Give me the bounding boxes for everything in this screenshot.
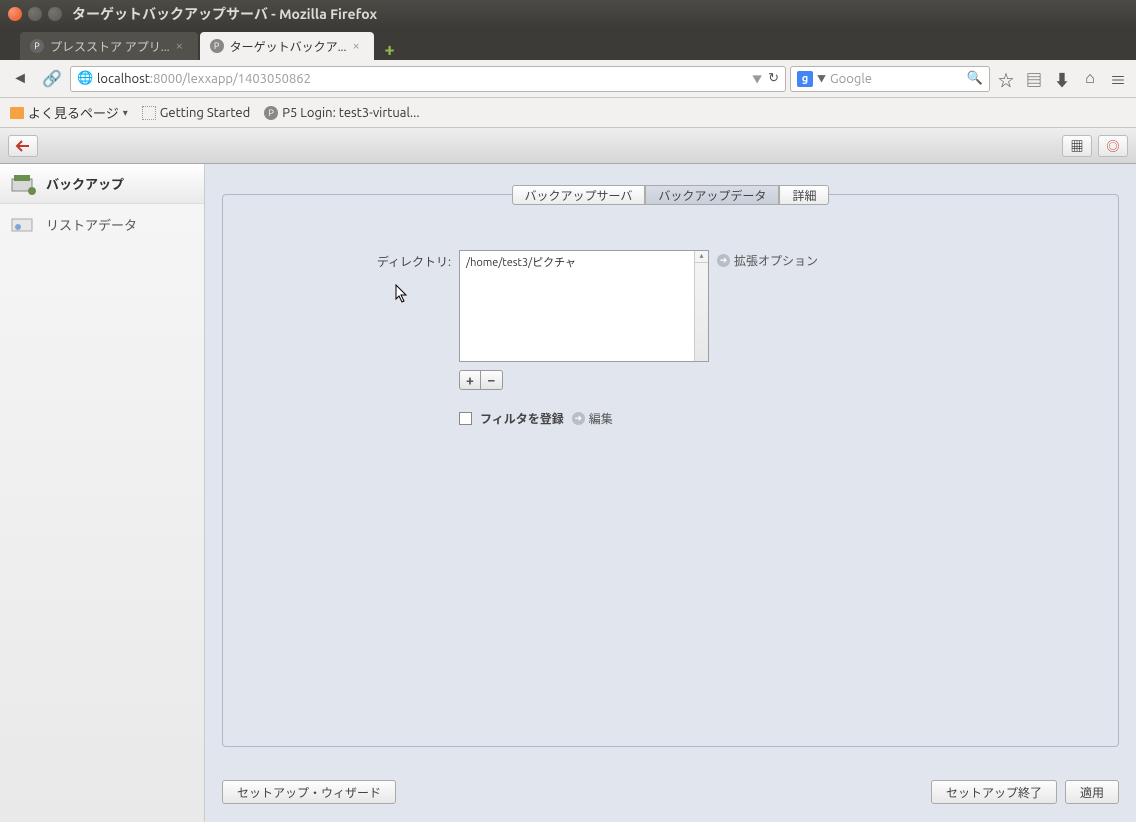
- chevron-down-icon: ▾: [123, 107, 128, 119]
- tab-label: プレスストア アプリ...: [50, 38, 170, 55]
- search-input[interactable]: g ▼ Google 🔍: [790, 66, 990, 92]
- tab-backup-server[interactable]: バックアップサーバ: [512, 185, 646, 205]
- tab-backup-data[interactable]: バックアップデータ: [645, 185, 779, 205]
- identity-button[interactable]: 🔗: [38, 65, 66, 93]
- setup-wizard-button[interactable]: セットアップ・ウィザード: [222, 780, 396, 804]
- bookmarks-toolbar: よく見るページ ▾ Getting Started P P5 Login: te…: [0, 98, 1136, 128]
- window-minimize-button[interactable]: [28, 7, 42, 21]
- sidebar-item-backup[interactable]: バックアップ: [0, 164, 204, 204]
- remove-directory-button[interactable]: −: [481, 370, 503, 390]
- sidebar-item-restore[interactable]: リストアデータ: [0, 204, 204, 244]
- app-back-button[interactable]: [8, 135, 38, 157]
- window-close-button[interactable]: [8, 7, 22, 21]
- sidebar-label: リストアデータ: [46, 215, 137, 234]
- sidebar-label: バックアップ: [46, 174, 124, 193]
- bookmarks-list-icon[interactable]: ▤: [1022, 67, 1046, 91]
- filter-checkbox[interactable]: [459, 412, 472, 425]
- setup-end-button[interactable]: セットアップ終了: [931, 780, 1057, 804]
- arrow-icon: ➜: [572, 412, 585, 425]
- home-icon[interactable]: ⌂: [1078, 67, 1102, 91]
- browser-tab-0[interactable]: P プレスストア アプリ... ×: [20, 32, 198, 60]
- url-host: localhost: [97, 72, 150, 86]
- window-titlebar: ターゲットバックアップサーバ - Mozilla Firefox: [0, 0, 1136, 28]
- tab-close-icon[interactable]: ×: [352, 39, 364, 53]
- bookmark-star-icon[interactable]: ☆: [994, 67, 1018, 91]
- tab-close-icon[interactable]: ×: [176, 39, 188, 53]
- bookmark-getting-started[interactable]: Getting Started: [142, 106, 250, 120]
- chevron-down-icon[interactable]: ▼: [817, 72, 826, 85]
- filter-label: フィルタを登録: [480, 410, 564, 427]
- window-maximize-button[interactable]: [48, 7, 62, 21]
- downloads-icon[interactable]: ⬇: [1050, 67, 1074, 91]
- directory-item[interactable]: /home/test3/ピクチャ: [460, 251, 708, 273]
- bookmark-p5-login[interactable]: P P5 Login: test3-virtual...: [264, 106, 419, 120]
- edit-filter-button[interactable]: ➜ 編集: [572, 410, 613, 427]
- reload-icon[interactable]: ↻: [768, 71, 779, 86]
- app-body: バックアップ リストアデータ バックアップサーバ バックアップデータ 詳細 ディ…: [0, 164, 1136, 822]
- google-icon: g: [797, 71, 813, 87]
- restore-icon: [10, 213, 38, 235]
- url-path: :8000/lexxapp/1403050862: [150, 72, 311, 86]
- new-tab-button[interactable]: +: [376, 40, 402, 60]
- favicon-icon: P: [30, 39, 44, 53]
- app-toolbar: ▦ ◎: [0, 128, 1136, 164]
- window-controls: [8, 7, 62, 21]
- bookmark-label: Getting Started: [160, 106, 250, 120]
- url-input[interactable]: 🌐 localhost:8000/lexxapp/1403050862 ▼ ↻: [70, 66, 786, 92]
- add-directory-button[interactable]: +: [459, 370, 481, 390]
- folder-icon: [10, 107, 24, 119]
- form-area: ディレクトリ: /home/test3/ピクチャ ▴ + −: [223, 195, 1118, 447]
- bookmark-label: よく見るページ: [28, 103, 119, 122]
- directory-listbox[interactable]: /home/test3/ピクチャ ▴: [459, 250, 709, 362]
- globe-icon: 🌐: [77, 71, 93, 87]
- add-remove-buttons: + −: [459, 370, 709, 390]
- scrollbar[interactable]: ▴: [694, 251, 708, 361]
- tab-label: ターゲットバックア...: [230, 38, 347, 55]
- browser-tab-1[interactable]: P ターゲットバックア... ×: [200, 32, 375, 60]
- menu-icon[interactable]: ≡: [1106, 67, 1130, 91]
- bookmark-label: P5 Login: test3-virtual...: [282, 106, 419, 120]
- search-icon[interactable]: 🔍: [967, 71, 983, 86]
- search-placeholder: Google: [830, 72, 872, 86]
- bottom-button-bar: セットアップ・ウィザード セットアップ終了 適用: [222, 780, 1119, 804]
- tab-details[interactable]: 詳細: [779, 185, 829, 205]
- bookmark-most-visited[interactable]: よく見るページ ▾: [10, 103, 128, 122]
- window-title: ターゲットバックアップサーバ - Mozilla Firefox: [72, 4, 377, 24]
- sidebar: バックアップ リストアデータ: [0, 164, 205, 822]
- url-toolbar: ◄ 🔗 🌐 localhost:8000/lexxapp/1403050862 …: [0, 60, 1136, 98]
- directory-label: ディレクトリ:: [373, 250, 451, 270]
- panel-tabs: バックアップサーバ バックアップデータ 詳細: [512, 185, 830, 205]
- nav-back-button[interactable]: ◄: [6, 65, 34, 93]
- browser-tabstrip: P プレスストア アプリ... × P ターゲットバックア... × +: [0, 28, 1136, 60]
- app-tool-1[interactable]: ▦: [1062, 135, 1092, 157]
- apply-button[interactable]: 適用: [1065, 780, 1119, 804]
- content-area: バックアップサーバ バックアップデータ 詳細 ディレクトリ: /home/tes…: [205, 164, 1136, 822]
- favicon-icon: P: [210, 39, 224, 53]
- favicon-icon: P: [264, 106, 278, 120]
- dropdown-icon[interactable]: ▼: [752, 71, 762, 86]
- app-tool-help[interactable]: ◎: [1098, 135, 1128, 157]
- extended-options-button[interactable]: ➜ 拡張オプション: [717, 252, 818, 269]
- settings-panel: バックアップサーバ バックアップデータ 詳細 ディレクトリ: /home/tes…: [222, 194, 1119, 747]
- backup-icon: [10, 173, 38, 195]
- page-icon: [142, 106, 156, 120]
- arrow-icon: ➜: [717, 254, 730, 267]
